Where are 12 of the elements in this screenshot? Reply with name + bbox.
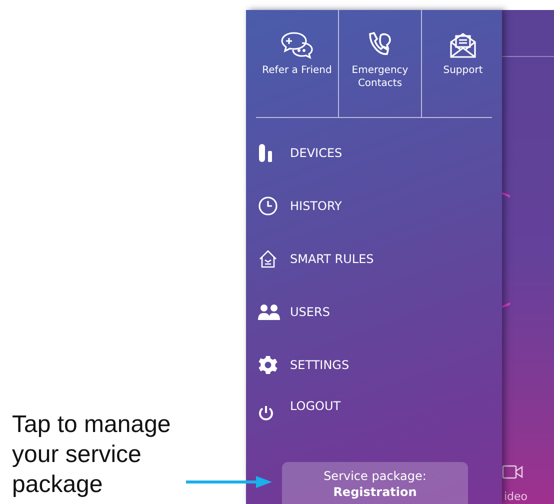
service-package-button[interactable]: Service package: Registration xyxy=(282,462,468,504)
menu-item[interactable]: LOGOUT xyxy=(246,391,502,433)
video-tab-label: ideo xyxy=(504,490,528,503)
menu-item[interactable]: SMART RULES xyxy=(246,232,502,285)
menu-item[interactable]: HISTORY xyxy=(246,179,502,232)
menu-item[interactable]: DEVICES xyxy=(246,126,502,179)
annotation-text: Tap to manage your service package xyxy=(12,410,172,500)
quick-action-button[interactable]: Support xyxy=(422,10,504,117)
quick-action-button[interactable]: Emergency Contacts xyxy=(339,10,422,117)
menu-item[interactable]: USERS xyxy=(246,285,502,338)
menu-item[interactable]: SETTINGS xyxy=(246,338,502,391)
quick-action-button[interactable]: Refer a Friend xyxy=(256,10,339,117)
